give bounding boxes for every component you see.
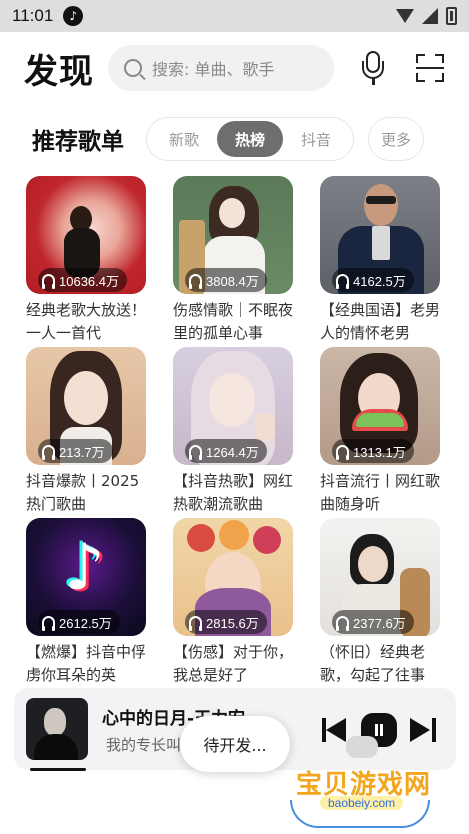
header: 发现 搜索: 单曲、歌手 (0, 32, 469, 104)
search-placeholder: 搜索: 单曲、歌手 (152, 60, 275, 79)
recommended-playlists-header: 推荐歌单 新歌 热榜 抖音 更多 (0, 116, 469, 162)
playlist-grid: 10636.4万 经典老歌大放送！一人一首代 3808.4万 伤感情歌｜不眠夜里… (26, 176, 446, 684)
playlist-cover[interactable]: 4162.5万 (320, 176, 440, 294)
status-icons (396, 7, 457, 25)
tab-new-songs[interactable]: 新歌 (151, 121, 217, 157)
playlist-card[interactable]: 1264.4万 【抖音热歌】网红热歌潮流歌曲 (173, 347, 293, 513)
more-button[interactable]: 更多 (368, 117, 424, 161)
playlist-cover[interactable]: 213.7万 (26, 347, 146, 465)
play-count-badge: 3808.4万 (185, 268, 267, 292)
playlist-title: 【抖音热歌】网红热歌潮流歌曲 (173, 472, 293, 513)
play-count: 1313.1万 (353, 444, 406, 460)
playback-progress-bar (30, 768, 86, 771)
headphone-icon (42, 445, 55, 460)
play-count-badge: 4162.5万 (332, 268, 414, 292)
page-logo: 发现 (24, 51, 94, 92)
play-count-badge: 10636.4万 (38, 268, 127, 292)
playlist-card[interactable]: 3808.4万 伤感情歌｜不眠夜里的孤单心事 (173, 176, 293, 342)
status-bar: 11:01 ♪ (0, 0, 469, 32)
playlist-title: 经典老歌大放送！一人一首代 (26, 301, 146, 342)
previous-track-icon[interactable] (322, 718, 348, 742)
signal-icon (422, 8, 438, 24)
headphone-icon (189, 274, 202, 289)
tiktok-notification-icon: ♪ (63, 6, 84, 26)
toast-message: 待开发... (180, 716, 290, 772)
headphone-icon (42, 616, 55, 631)
playlist-title: 伤感情歌｜不眠夜里的孤单心事 (173, 301, 293, 342)
playlist-card[interactable]: 1313.1万 抖音流行丨网红歌曲随身听 (320, 347, 440, 513)
tab-douyin[interactable]: 抖音 (283, 121, 349, 157)
play-count-badge: 1264.4万 (185, 439, 267, 463)
search-bar[interactable]: 搜索: 单曲、歌手 (108, 45, 334, 91)
playlist-card[interactable]: 4162.5万 【经典国语】老男人的情怀老男 (320, 176, 440, 342)
play-count: 1264.4万 (206, 444, 259, 460)
headphone-icon (42, 274, 55, 289)
playlist-title: 【伤感】对于你，我总是好了 (173, 643, 293, 684)
status-time: 11:01 (12, 6, 54, 25)
playlist-title: 抖音爆款丨2025热门歌曲 (26, 472, 140, 513)
tab-hot-chart[interactable]: 热榜 (217, 121, 283, 157)
playlist-cover[interactable]: 2377.6万 (320, 518, 440, 636)
watermark-logo: 宝贝游戏网 baobeiy.com (288, 736, 438, 830)
search-icon (124, 59, 142, 77)
play-count: 3808.4万 (206, 273, 259, 289)
playlist-title: （怀旧）经典老歌，勾起了往事 (320, 643, 426, 684)
battery-icon (446, 7, 457, 25)
playlist-card[interactable]: 213.7万 抖音爆款丨2025热门歌曲 (26, 347, 146, 513)
playlist-card[interactable]: 2815.6万 【伤感】对于你，我总是好了 (173, 518, 293, 684)
headphone-icon (189, 616, 202, 631)
play-count: 213.7万 (59, 444, 105, 460)
headphone-icon (336, 445, 349, 460)
playlist-title: 【经典国语】老男人的情怀老男 (320, 301, 440, 342)
headphone-icon (336, 616, 349, 631)
playlist-cover[interactable]: 1313.1万 (320, 347, 440, 465)
play-count-badge: 2612.5万 (38, 610, 120, 634)
play-count: 4162.5万 (353, 273, 406, 289)
section-title: 推荐歌单 (32, 129, 124, 155)
play-count-badge: 1313.1万 (332, 439, 414, 463)
playlist-cover[interactable]: ♪ 2612.5万 (26, 518, 146, 636)
watermark-url: baobeiy.com (320, 796, 404, 810)
headphone-icon (336, 274, 349, 289)
play-count: 2377.6万 (353, 615, 406, 631)
play-count: 2612.5万 (59, 615, 112, 631)
scan-icon[interactable] (416, 54, 444, 82)
playlist-title: 抖音流行丨网红歌曲随身听 (320, 472, 440, 513)
category-tabs: 新歌 热榜 抖音 (146, 117, 354, 161)
playlist-card[interactable]: 2377.6万 （怀旧）经典老歌，勾起了往事 (320, 518, 440, 684)
wifi-icon (396, 9, 414, 23)
playlist-title: 【燃爆】抖音中俘虏你耳朵的英 (26, 643, 146, 684)
play-count: 2815.6万 (206, 615, 259, 631)
next-track-icon[interactable] (410, 718, 436, 742)
headphone-icon (189, 445, 202, 460)
playlist-cover[interactable]: 1264.4万 (173, 347, 293, 465)
play-count-badge: 2815.6万 (185, 610, 267, 634)
play-count-badge: 2377.6万 (332, 610, 414, 634)
now-playing-cover[interactable] (26, 698, 88, 760)
play-count: 10636.4万 (59, 273, 119, 289)
playlist-cover[interactable]: 2815.6万 (173, 518, 293, 636)
playlist-card[interactable]: 10636.4万 经典老歌大放送！一人一首代 (26, 176, 146, 342)
gamepad-icon (346, 736, 378, 758)
playlist-card[interactable]: ♪ 2612.5万 【燃爆】抖音中俘虏你耳朵的英 (26, 518, 146, 684)
play-count-badge: 213.7万 (38, 439, 113, 463)
playlist-cover[interactable]: 3808.4万 (173, 176, 293, 294)
playlist-cover[interactable]: 10636.4万 (26, 176, 146, 294)
microphone-icon[interactable] (362, 51, 384, 85)
